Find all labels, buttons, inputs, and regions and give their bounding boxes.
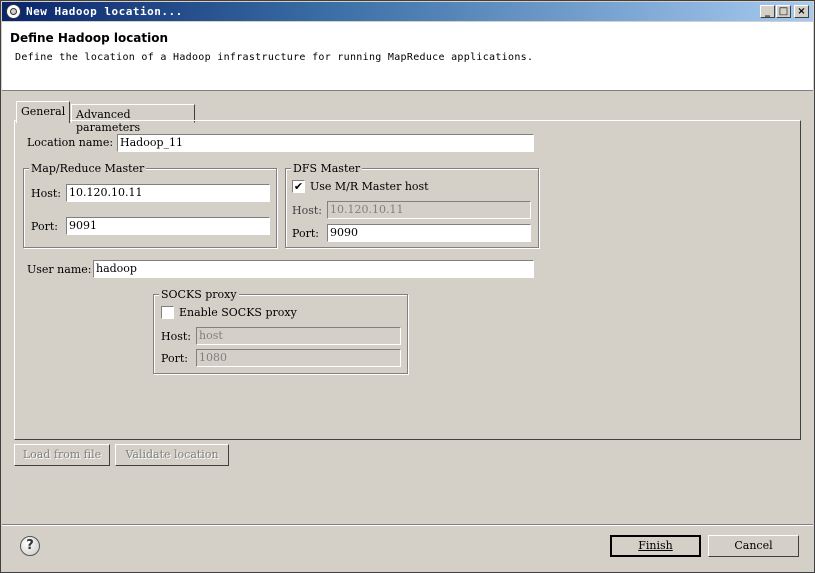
finish-label: Finish	[638, 539, 673, 552]
page-title: Define Hadoop location	[10, 31, 169, 45]
socks-port-label: Port:	[161, 352, 188, 365]
eclipse-app-icon	[6, 4, 21, 19]
tab-general[interactable]: General	[16, 101, 70, 123]
mr-port-label: Port:	[31, 220, 58, 233]
mapreduce-master-title: Map/Reduce Master	[29, 162, 147, 175]
maximize-button[interactable]: □	[776, 5, 791, 18]
footer-separator	[2, 524, 813, 526]
location-name-label: Location name:	[27, 136, 114, 149]
use-mr-master-host-label: Use M/R Master host	[310, 180, 429, 193]
location-name-input[interactable]: Hadoop_11	[117, 134, 534, 152]
mr-host-label: Host:	[31, 187, 61, 200]
enable-socks-proxy-label: Enable SOCKS proxy	[179, 306, 297, 319]
socks-host-input[interactable]: host	[196, 327, 401, 345]
dialog-header: Define Hadoop location Define the locati…	[2, 22, 813, 91]
title-bar[interactable]: New Hadoop location... _ □ ×	[2, 2, 813, 21]
socks-host-label: Host:	[161, 330, 191, 343]
load-from-file-button[interactable]: Load from file	[14, 444, 110, 466]
close-button[interactable]: ×	[794, 5, 809, 18]
window-title: New Hadoop location...	[26, 5, 183, 18]
user-name-input[interactable]: hadoop	[93, 260, 534, 278]
minimize-button[interactable]: _	[760, 5, 775, 18]
socks-port-input[interactable]: 1080	[196, 349, 401, 367]
dfs-host-input[interactable]: 10.120.10.11	[327, 201, 531, 219]
page-description: Define the location of a Hadoop infrastr…	[15, 52, 534, 63]
mr-port-input[interactable]: 9091	[66, 217, 270, 235]
enable-socks-proxy-checkbox[interactable]	[161, 306, 174, 319]
validate-location-button[interactable]: Validate location	[115, 444, 229, 466]
socks-proxy-title: SOCKS proxy	[159, 288, 239, 301]
user-name-label: User name:	[27, 263, 92, 276]
use-mr-master-host-checkbox[interactable]: ✔	[292, 180, 305, 193]
dfs-port-label: Port:	[292, 227, 319, 240]
dfs-host-label: Host:	[292, 204, 322, 217]
mr-host-input[interactable]: 10.120.10.11	[66, 184, 270, 202]
help-icon[interactable]: ?	[20, 536, 40, 556]
checkmark-icon: ✔	[293, 180, 304, 193]
dfs-port-input[interactable]: 9090	[327, 224, 531, 242]
dfs-master-title: DFS Master	[291, 162, 363, 175]
cancel-button[interactable]: Cancel	[708, 535, 799, 557]
mapreduce-master-group: Map/Reduce Master	[23, 162, 277, 248]
finish-button[interactable]: Finish	[610, 535, 701, 557]
